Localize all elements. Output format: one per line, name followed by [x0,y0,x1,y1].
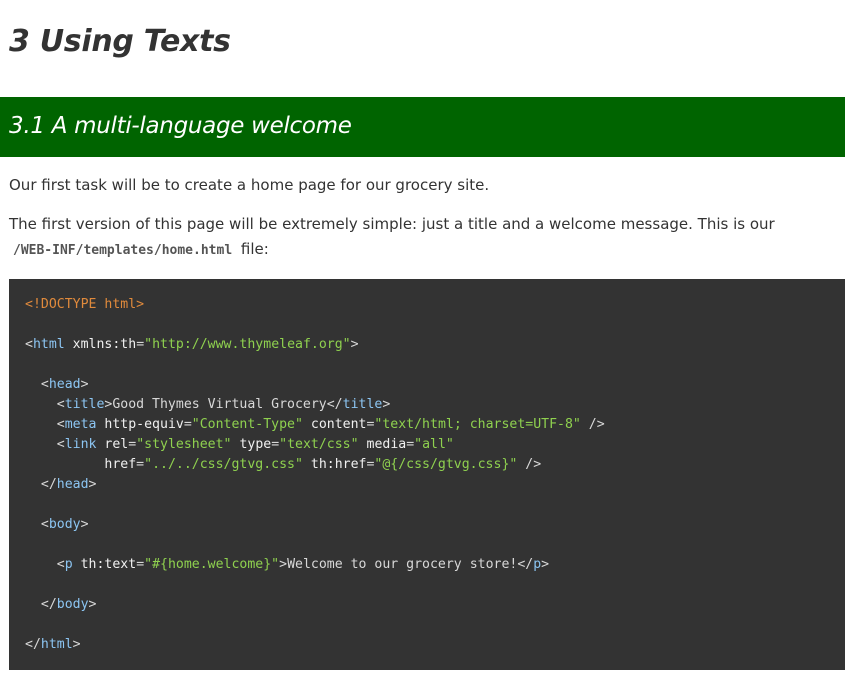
document-page: 3 Using Texts 3.1 A multi-language welco… [0,0,858,674]
code-tag-p-close: p [533,557,542,572]
code-line-title: <title>Good Thymes Virtual Grocery</titl… [25,397,391,412]
code-tag-link: link [64,437,97,452]
code-val-th-href: "@{/css/gtvg.css}" [374,457,518,472]
code-line-body-open: <body> [25,517,89,532]
code-attr-http-equiv: http-equiv [104,417,184,432]
code-val-href: "../../css/gtvg.css" [144,457,303,472]
code-line-meta: <meta http-equiv="Content-Type" content=… [25,417,605,432]
code-val-stylesheet: "stylesheet" [136,437,232,452]
code-attr-media: media [366,437,407,452]
code-tag-body: body [48,517,81,532]
code-title-text: Good Thymes Virtual Grocery [112,397,327,412]
code-attr-content: content [310,417,367,432]
code-tag-title-close: title [342,397,383,412]
code-line-body-close: </body> [25,597,97,612]
code-tag-head: head [48,377,81,392]
description-text-before: The first version of this page will be e… [9,215,775,233]
code-tag-html-close: html [40,637,73,652]
code-val-charset: "text/html; charset=UTF-8" [374,417,581,432]
code-val-all: "all" [414,437,454,452]
code-line-html-open: <html xmlns:th="http://www.thymeleaf.org… [25,337,359,352]
section-header-bar: 3.1 A multi-language welcome [0,97,845,157]
code-val-content-type: "Content-Type" [191,417,303,432]
code-block: <!DOCTYPE html> <html xmlns:th="http://w… [9,279,845,670]
code-line-link-href: href="../../css/gtvg.css" th:href="@{/cs… [104,457,542,472]
code-line-doctype: <!DOCTYPE html> [25,295,829,315]
code-attr-xmlns: xmlns:th [72,337,137,352]
code-tag-body-close: body [56,597,89,612]
code-line-head-close: </head> [25,477,97,492]
code-doctype: <!DOCTYPE html> [25,297,145,312]
code-line-html-close: </html> [25,637,81,652]
code-attr-rel: rel [104,437,129,452]
code-tag-p: p [64,557,73,572]
code-tag-meta: meta [64,417,97,432]
code-tag-title: title [64,397,105,412]
code-tag-head-close: head [56,477,89,492]
code-tag-html: html [32,337,65,352]
code-attr-th-text: th:text [80,557,137,572]
description-text-after: file: [236,240,269,258]
code-val-xmlns: "http://www.thymeleaf.org" [144,337,351,352]
code-attr-th-href: th:href [310,457,367,472]
section-title: 3.1 A multi-language welcome [9,113,352,139]
page-heading: 3 Using Texts [9,24,231,59]
code-val-home-welcome: "#{home.welcome}" [144,557,280,572]
code-p-text: Welcome to our grocery store! [287,557,518,572]
code-attr-href: href [104,457,137,472]
code-line-link: <link rel="stylesheet" type="text/css" m… [25,437,454,452]
file-path-code: /WEB-INF/templates/home.html [13,243,233,258]
code-attr-type: type [239,437,272,452]
intro-paragraph: Our first task will be to create a home … [9,176,490,194]
description-paragraph: The first version of this page will be e… [9,212,809,263]
code-val-text-css: "text/css" [279,437,359,452]
code-line-p: <p th:text="#{home.welcome}">Welcome to … [25,557,550,572]
code-line-head-open: <head> [25,377,89,392]
